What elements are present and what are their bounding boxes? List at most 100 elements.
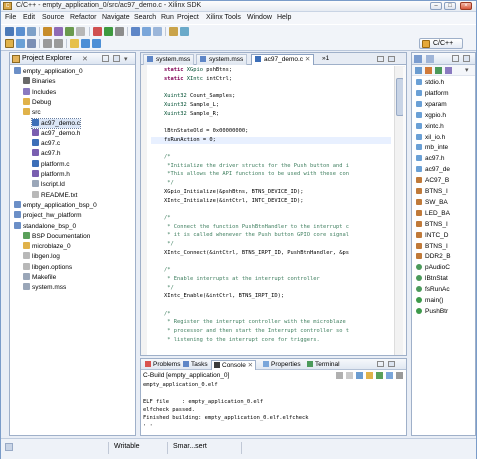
display-console-icon[interactable] <box>386 372 393 379</box>
new-file-icon[interactable] <box>153 27 162 36</box>
hide-non-public-icon[interactable] <box>445 67 452 74</box>
toggle-mark-icon[interactable] <box>16 39 25 48</box>
maximize-view-icon[interactable] <box>463 55 470 62</box>
program-fpga-icon[interactable] <box>54 27 63 36</box>
tree-item[interactable]: empty_application_0 <box>14 67 83 76</box>
outline-item[interactable]: fsRunAc <box>416 284 450 295</box>
search-icon[interactable] <box>180 27 189 36</box>
new-folder-icon[interactable] <box>142 27 151 36</box>
make-targets-icon[interactable] <box>426 55 434 63</box>
tree-item[interactable]: project_hw_platform <box>14 211 82 220</box>
tree-item[interactable]: README.txt <box>32 190 77 200</box>
tree-item[interactable]: src <box>23 108 41 117</box>
terminate-icon[interactable] <box>336 372 343 379</box>
outline-item[interactable]: xparam <box>416 99 447 110</box>
outline-item[interactable]: xil_io.h <box>416 132 445 143</box>
show-whitespace-icon[interactable] <box>27 39 36 48</box>
save-all-icon[interactable] <box>27 27 36 36</box>
outline-item[interactable]: ac97_de <box>416 164 450 175</box>
outline-icon[interactable] <box>414 55 422 63</box>
maximize-button[interactable]: □ <box>444 2 456 10</box>
menu-xilinx-tools[interactable]: Xilinx Tools <box>206 14 241 21</box>
fast-view-icon[interactable] <box>5 443 13 451</box>
open-console-icon[interactable] <box>396 372 403 379</box>
next-annotation-icon[interactable] <box>43 39 52 48</box>
outline-item[interactable]: BTNS_I <box>416 219 448 230</box>
menu-run[interactable]: Run <box>161 14 174 21</box>
view-menu-icon[interactable]: ▾ <box>124 55 128 63</box>
outline-item[interactable]: mb_inte <box>416 142 448 153</box>
outline-item[interactable]: platform <box>416 88 448 99</box>
tab-system-mss-2[interactable]: system.mss <box>196 54 248 65</box>
more-tabs-button[interactable]: »1 <box>319 54 332 65</box>
menu-edit[interactable]: Edit <box>23 14 35 21</box>
outline-item[interactable]: INTC_D <box>416 230 448 241</box>
outline-item[interactable]: lBtnStat <box>416 273 448 284</box>
external-tools-icon[interactable] <box>115 27 124 36</box>
new-icon[interactable] <box>5 27 14 36</box>
tree-item[interactable]: platform.c <box>32 159 70 169</box>
scroll-lock-icon[interactable] <box>366 372 373 379</box>
outline-item[interactable]: main() <box>416 295 443 306</box>
tree-item[interactable]: Includes <box>23 87 56 97</box>
tree-item[interactable]: ac97_demo.c <box>30 117 82 129</box>
tree-item[interactable]: ac97_demo.h <box>32 128 80 138</box>
close-button[interactable]: × <box>460 2 472 10</box>
tree-item[interactable]: standalone_bsp_0 <box>14 221 76 231</box>
outline-item[interactable]: PushBtr <box>416 306 448 317</box>
open-type-icon[interactable] <box>169 27 178 36</box>
outline-item[interactable]: ac97.h <box>416 153 445 164</box>
sort-icon[interactable] <box>415 67 422 74</box>
build-icon[interactable] <box>43 27 52 36</box>
close-view-icon[interactable]: ✕ <box>82 55 88 63</box>
hide-fields-icon[interactable] <box>425 67 432 74</box>
view-menu-icon[interactable]: ▾ <box>465 66 469 74</box>
tab-terminal[interactable]: Terminal <box>305 360 342 370</box>
tree-item[interactable]: system.mss <box>23 283 66 292</box>
remove-launch-icon[interactable] <box>346 372 353 379</box>
menu-project[interactable]: Project <box>177 14 199 21</box>
tree-item[interactable]: platform.h <box>32 170 70 179</box>
tab-system-mss-1[interactable]: system.mss <box>143 54 195 65</box>
outline-item[interactable]: AC97_B <box>416 175 449 186</box>
code-area[interactable]: static XGpio pshBtns; static XIntc intCt… <box>151 67 391 355</box>
close-tab-icon[interactable]: ✕ <box>305 56 310 63</box>
outline-item[interactable]: stdio.h <box>416 77 444 88</box>
perspective-switcher[interactable]: C/C++ <box>419 38 463 49</box>
tree-item[interactable]: libgen.log <box>23 252 60 261</box>
tree-item[interactable]: ac97.c <box>32 139 60 148</box>
tree-item[interactable]: Binaries <box>23 77 55 86</box>
close-tab-icon[interactable]: ✕ <box>248 362 253 369</box>
pin-console-icon[interactable] <box>376 372 383 379</box>
minimize-button[interactable]: – <box>430 2 442 10</box>
tree-item[interactable]: ac97.h <box>32 149 61 158</box>
menu-window[interactable]: Window <box>247 14 272 21</box>
minimize-view-icon[interactable] <box>452 55 459 62</box>
previous-annotation-icon[interactable] <box>54 39 63 48</box>
maximize-view-icon[interactable] <box>388 361 395 367</box>
outline-item[interactable]: xintc.h <box>416 121 444 132</box>
tree-item[interactable]: empty_application_bsp_0 <box>14 200 97 210</box>
menu-search[interactable]: Search <box>134 14 156 21</box>
save-icon[interactable] <box>16 27 25 36</box>
last-edit-icon[interactable] <box>70 39 79 48</box>
tab-console[interactable]: Console ✕ <box>211 360 257 370</box>
menu-file[interactable]: File <box>5 14 16 21</box>
tree-item[interactable]: microblaze_0 <box>23 242 71 251</box>
link-editor-icon[interactable] <box>5 39 14 48</box>
outline-item[interactable]: BTNS_I <box>416 186 448 197</box>
tree-item[interactable]: lscript.ld <box>32 180 65 189</box>
menu-help[interactable]: Help <box>277 14 291 21</box>
tree-item[interactable]: Debug <box>23 97 51 107</box>
tree-item[interactable]: BSP Documentation <box>23 231 90 241</box>
outline-item[interactable]: LED_BA <box>416 208 450 219</box>
tree-item[interactable]: libgen.options <box>23 262 72 272</box>
tab-tasks[interactable]: Tasks <box>181 360 210 370</box>
run-icon[interactable] <box>104 27 113 36</box>
minimize-view-icon[interactable] <box>102 55 109 62</box>
menu-source[interactable]: Source <box>42 14 64 21</box>
clear-console-icon[interactable] <box>356 372 363 379</box>
xmd-console-icon[interactable] <box>65 27 74 36</box>
forward-icon[interactable] <box>92 39 101 48</box>
maximize-view-icon[interactable] <box>113 55 120 62</box>
